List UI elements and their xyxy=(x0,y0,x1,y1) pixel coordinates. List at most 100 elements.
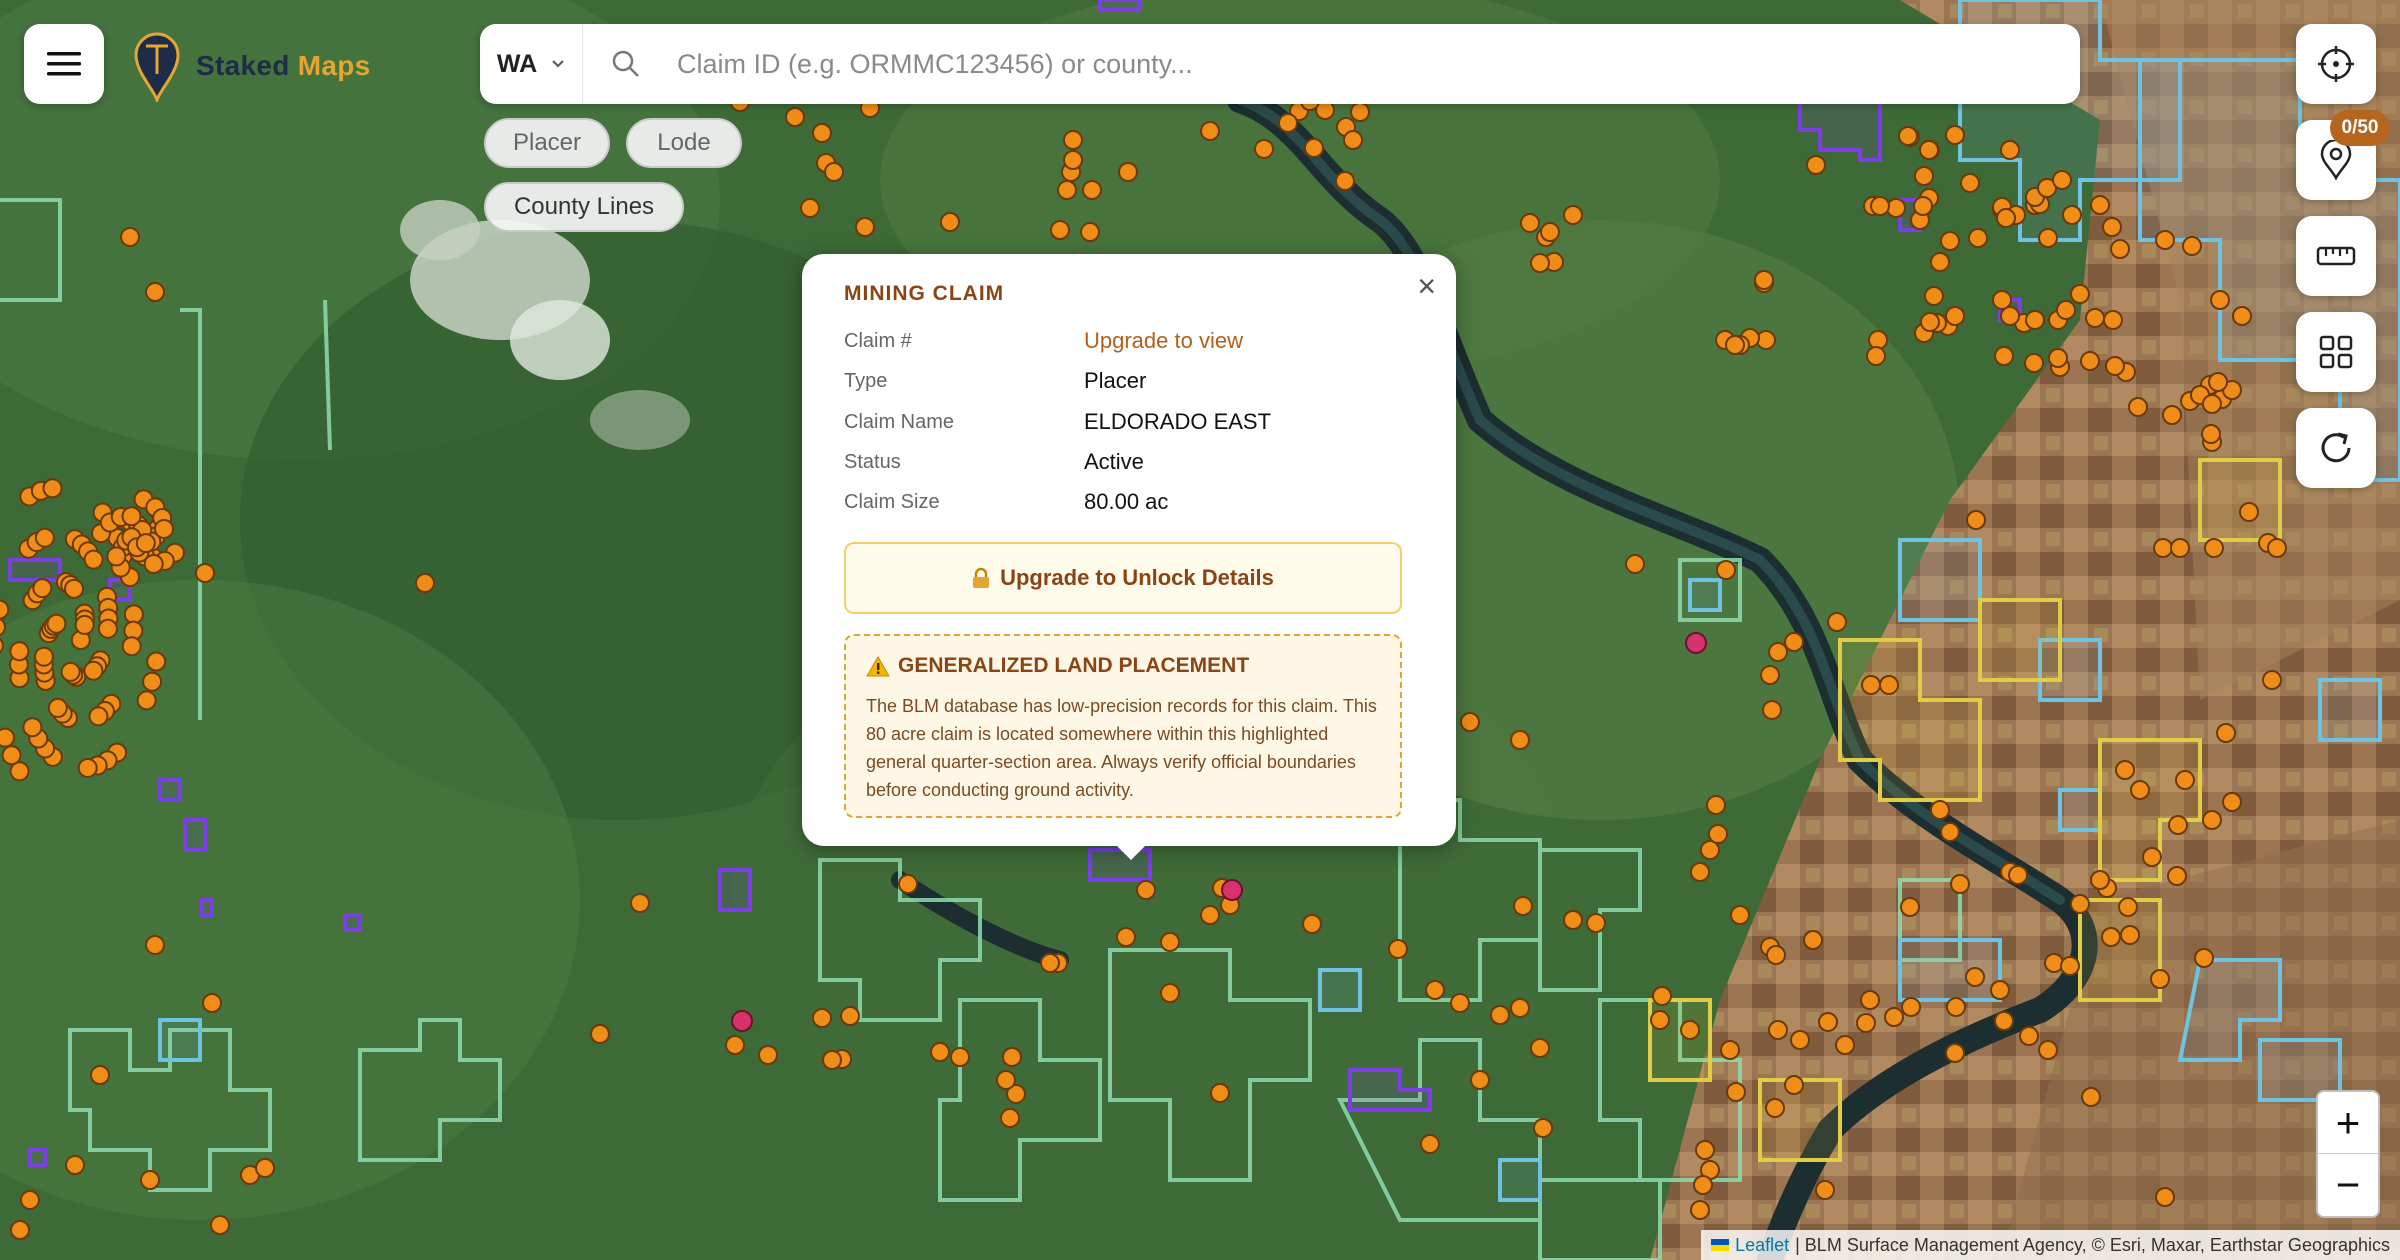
claim-marker[interactable] xyxy=(1914,166,1934,186)
claim-marker[interactable] xyxy=(202,993,222,1013)
claim-marker[interactable] xyxy=(1716,560,1736,580)
claim-marker[interactable] xyxy=(1827,612,1847,632)
claim-marker[interactable] xyxy=(90,1065,110,1085)
claim-marker[interactable] xyxy=(83,660,104,681)
claim-marker[interactable] xyxy=(1530,1038,1550,1058)
claim-marker[interactable] xyxy=(1652,986,1672,1006)
claim-marker[interactable] xyxy=(2239,502,2259,522)
claim-marker[interactable] xyxy=(2110,239,2130,259)
claim-marker[interactable] xyxy=(1533,1118,1553,1138)
claim-marker[interactable] xyxy=(2262,670,2282,690)
claim-marker[interactable] xyxy=(1513,896,1533,916)
claim-marker[interactable] xyxy=(34,527,55,548)
claim-marker[interactable] xyxy=(1765,1098,1785,1118)
claim-marker[interactable] xyxy=(20,1190,40,1210)
claim-marker[interactable] xyxy=(1563,205,1583,225)
claim-marker[interactable] xyxy=(1990,980,2010,1000)
claim-marker[interactable] xyxy=(630,893,650,913)
claim-marker[interactable] xyxy=(121,506,142,527)
claim-marker[interactable] xyxy=(1200,121,1220,141)
claim-marker[interactable] xyxy=(1530,253,1550,273)
claim-marker[interactable] xyxy=(1510,730,1530,750)
claim-marker[interactable] xyxy=(590,1024,610,1044)
claim-marker[interactable] xyxy=(32,578,53,599)
claim-marker[interactable] xyxy=(1945,125,1965,145)
brand-logo[interactable]: Staked Maps xyxy=(132,28,371,104)
claim-marker[interactable] xyxy=(1768,642,1788,662)
claim-marker[interactable] xyxy=(2090,195,2110,215)
claim-marker[interactable] xyxy=(2128,397,2148,417)
claim-marker[interactable] xyxy=(1945,1043,1965,1063)
claim-marker[interactable] xyxy=(2168,815,2188,835)
claim-marker[interactable] xyxy=(145,935,165,955)
claim-marker[interactable] xyxy=(1996,208,2016,228)
claim-marker[interactable] xyxy=(1930,800,1950,820)
claim-marker[interactable] xyxy=(1690,862,1710,882)
claim-marker[interactable] xyxy=(2101,927,2121,947)
claim-marker[interactable] xyxy=(824,162,844,182)
claim-marker[interactable] xyxy=(725,1035,745,1055)
claim-marker[interactable] xyxy=(1760,665,1780,685)
claim-marker[interactable] xyxy=(1968,228,1988,248)
claim-marker[interactable] xyxy=(2120,925,2140,945)
claim-marker[interactable] xyxy=(950,1047,970,1067)
claim-marker[interactable] xyxy=(1726,1082,1746,1102)
claim-marker[interactable] xyxy=(822,1050,842,1070)
claim-marker[interactable] xyxy=(153,518,174,539)
claim-marker[interactable] xyxy=(2216,723,2236,743)
claim-marker[interactable] xyxy=(1080,222,1100,242)
zoom-in-button[interactable]: + xyxy=(2318,1092,2378,1154)
claim-marker[interactable] xyxy=(1540,222,1560,242)
claim-marker[interactable] xyxy=(800,198,820,218)
claim-marker[interactable] xyxy=(1650,1010,1670,1030)
claim-marker[interactable] xyxy=(1940,822,1960,842)
claim-marker[interactable] xyxy=(1160,983,1180,1003)
claim-marker[interactable] xyxy=(1693,1175,1713,1195)
claim-marker[interactable] xyxy=(2008,865,2028,885)
claim-marker[interactable] xyxy=(1063,130,1083,150)
claim-marker[interactable] xyxy=(1861,675,1881,695)
claim-marker[interactable] xyxy=(1040,953,1060,973)
claim-marker[interactable] xyxy=(2070,894,2090,914)
claim-marker[interactable] xyxy=(1625,554,1645,574)
claim-marker[interactable] xyxy=(1302,914,1322,934)
claim-marker[interactable] xyxy=(1706,795,1726,815)
claim-marker[interactable] xyxy=(74,614,95,635)
claim-marker[interactable] xyxy=(2167,866,2187,886)
claim-marker[interactable] xyxy=(1563,910,1583,930)
claim-marker[interactable] xyxy=(1950,874,1970,894)
claim-marker[interactable] xyxy=(898,874,918,894)
claim-marker[interactable] xyxy=(2222,792,2242,812)
claim-marker[interactable] xyxy=(1720,1040,1740,1060)
claim-marker[interactable] xyxy=(1790,1030,1810,1050)
claim-marker[interactable] xyxy=(1200,905,1220,925)
claim-marker[interactable] xyxy=(2208,372,2228,392)
claim-marker[interactable] xyxy=(1057,180,1077,200)
claim-marker[interactable] xyxy=(1520,213,1540,233)
claim-marker[interactable] xyxy=(1920,312,1940,332)
leaflet-link[interactable]: Leaflet xyxy=(1735,1235,1789,1256)
claim-marker[interactable] xyxy=(1919,140,1939,160)
claim-marker[interactable] xyxy=(1002,1047,1022,1067)
claim-marker[interactable] xyxy=(930,1042,950,1062)
menu-button[interactable] xyxy=(24,24,104,104)
claim-marker[interactable] xyxy=(146,651,167,672)
claim-marker[interactable] xyxy=(1913,196,1933,216)
claim-marker[interactable] xyxy=(1050,220,1070,240)
claim-marker[interactable] xyxy=(1730,905,1750,925)
claim-marker[interactable] xyxy=(1994,1011,2014,1031)
claim-marker[interactable] xyxy=(42,478,63,499)
claim-marker[interactable] xyxy=(1082,180,1102,200)
claim-marker[interactable] xyxy=(1490,1005,1510,1025)
claim-marker[interactable] xyxy=(0,727,16,748)
claim-marker[interactable] xyxy=(1335,171,1355,191)
claim-marker[interactable] xyxy=(2081,1087,2101,1107)
claim-marker[interactable] xyxy=(1768,1020,1788,1040)
claim-marker[interactable] xyxy=(1835,1035,1855,1055)
measure-button[interactable] xyxy=(2296,216,2376,296)
claim-marker[interactable] xyxy=(2142,847,2162,867)
claim-marker[interactable] xyxy=(1898,126,1918,146)
claim-marker[interactable] xyxy=(1425,980,1445,1000)
claim-marker[interactable] xyxy=(88,706,109,727)
claim-marker[interactable] xyxy=(1116,927,1136,947)
